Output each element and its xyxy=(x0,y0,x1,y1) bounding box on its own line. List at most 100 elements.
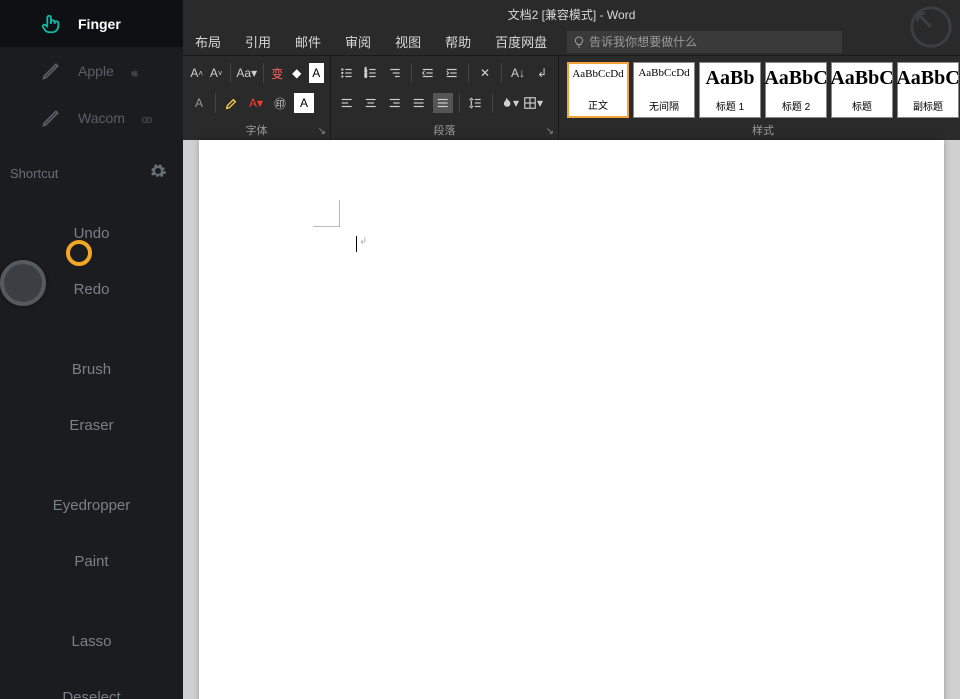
style-normal[interactable]: AaBbCcDd 正文 xyxy=(567,62,629,118)
phonetic-guide-icon[interactable]: 变 xyxy=(270,63,285,83)
shortcut-eyedropper[interactable]: Eyedropper xyxy=(0,477,183,533)
text-highlight-icon[interactable] xyxy=(222,93,242,113)
tab-layout[interactable]: 布局 xyxy=(183,28,233,56)
tab-view[interactable]: 视图 xyxy=(383,28,433,56)
text-direction-icon[interactable]: ✕ xyxy=(475,63,495,83)
shortcut-eraser[interactable]: Eraser xyxy=(0,397,183,453)
enclose-char-icon[interactable]: ㊞ xyxy=(270,93,290,113)
ribbon-group-label-paragraph: 段落 xyxy=(331,122,558,138)
style-label: 无间隔 xyxy=(649,98,679,113)
style-title[interactable]: AaBbC 标题 xyxy=(831,62,893,118)
style-preview: AaBbC xyxy=(830,67,893,90)
settings-button[interactable] xyxy=(149,162,167,185)
word-document-area[interactable]: ↲ xyxy=(183,140,960,699)
decrease-indent-icon[interactable] xyxy=(418,63,438,83)
word-window: 文档2 [兼容模式] - Word 布局 引用 邮件 审阅 视图 帮助 百度网盘… xyxy=(183,0,960,699)
style-subtitle[interactable]: AaBbC 副标题 xyxy=(897,62,959,118)
align-distributed-icon[interactable] xyxy=(433,93,453,113)
style-heading-2[interactable]: AaBbC 标题 2 xyxy=(765,62,827,118)
style-label: 标题 1 xyxy=(716,98,744,113)
paragraph-dialog-launcher[interactable]: ↘ xyxy=(546,126,554,137)
svg-text:3: 3 xyxy=(365,74,368,79)
style-label: 标题 2 xyxy=(782,98,810,113)
char-scaling-icon[interactable]: A xyxy=(294,93,314,113)
style-label: 副标题 xyxy=(913,98,943,113)
borders-icon[interactable]: ▾ xyxy=(523,93,543,113)
character-border-icon[interactable]: A xyxy=(309,63,324,83)
ribbon-group-label-styles: 样式 xyxy=(559,122,960,138)
tell-me-search[interactable]: 告诉我你想要做什么 xyxy=(567,31,842,53)
align-center-icon[interactable] xyxy=(361,93,381,113)
shortcut-header: Shortcut xyxy=(0,153,183,193)
line-spacing-icon[interactable] xyxy=(466,93,486,113)
tell-me-placeholder: 告诉我你想要做什么 xyxy=(589,33,697,50)
style-preview: AaBb xyxy=(706,67,755,90)
margin-guide xyxy=(313,226,340,227)
input-method-label: Wacom xyxy=(78,110,125,126)
input-method-apple[interactable]: Apple xyxy=(0,47,183,94)
show-formatting-icon[interactable]: ↲ xyxy=(532,63,552,83)
word-document-title: 文档2 [兼容模式] - Word xyxy=(508,6,636,23)
word-page[interactable]: ↲ xyxy=(199,140,944,699)
finger-icon xyxy=(40,13,62,35)
increase-indent-icon[interactable] xyxy=(442,63,462,83)
font-color-icon[interactable]: A▾ xyxy=(246,93,266,113)
margin-guide xyxy=(339,200,340,226)
ribbon-group-styles: AaBbCcDd 正文 AaBbCcDd 无间隔 AaBb 标题 1 AaBbC… xyxy=(559,56,960,140)
clear-formatting-icon[interactable]: ◆ xyxy=(289,63,304,83)
word-menu-bar: 布局 引用 邮件 审阅 视图 帮助 百度网盘 告诉我你想要做什么 xyxy=(183,28,960,56)
stylus-icon xyxy=(40,107,62,129)
style-preview: AaBbC xyxy=(764,67,827,90)
style-no-spacing[interactable]: AaBbCcDd 无间隔 xyxy=(633,62,695,118)
style-preview: AaBbCcDd xyxy=(638,67,689,79)
word-title-bar: 文档2 [兼容模式] - Word xyxy=(183,0,960,28)
touch-indicator-ring xyxy=(66,240,92,266)
align-right-icon[interactable] xyxy=(385,93,405,113)
tab-review[interactable]: 审阅 xyxy=(333,28,383,56)
tab-references[interactable]: 引用 xyxy=(233,28,283,56)
input-method-label: Finger xyxy=(78,16,121,32)
input-method-label: Apple xyxy=(78,63,114,79)
input-method-finger[interactable]: Finger xyxy=(0,0,183,47)
floating-ball-handle[interactable] xyxy=(0,260,46,306)
char-shading-icon[interactable]: A xyxy=(189,93,209,113)
align-justify-icon[interactable] xyxy=(409,93,429,113)
tab-help[interactable]: 帮助 xyxy=(433,28,483,56)
lightbulb-icon xyxy=(573,36,585,48)
decrease-font-icon[interactable]: A˅ xyxy=(208,63,223,83)
tab-baidudisk[interactable]: 百度网盘 xyxy=(483,28,559,56)
shortcut-brush[interactable]: Brush xyxy=(0,341,183,397)
shortcut-label: Shortcut xyxy=(10,166,58,181)
ribbon-group-font: A˄ A˅ Aa▾ 变 ◆ A A A▾ ㊞ A xyxy=(183,56,331,140)
apple-logo-icon xyxy=(130,67,140,82)
style-label: 正文 xyxy=(588,97,608,112)
shortcut-lasso[interactable]: Lasso xyxy=(0,613,183,669)
change-case-icon[interactable]: Aa▾ xyxy=(237,63,257,83)
input-method-wacom[interactable]: Wacom xyxy=(0,94,183,141)
style-heading-1[interactable]: AaBb 标题 1 xyxy=(699,62,761,118)
numbering-icon[interactable]: 123 xyxy=(361,63,381,83)
gear-icon xyxy=(149,162,167,180)
ribbon-group-paragraph: 123 ✕ A↓ ↲ xyxy=(331,56,559,140)
font-dialog-launcher[interactable]: ↘ xyxy=(318,126,326,137)
text-cursor xyxy=(356,236,357,252)
multilevel-list-icon[interactable] xyxy=(385,63,405,83)
ribbon-group-label-font: 字体 xyxy=(183,122,330,138)
sort-icon[interactable]: A↓ xyxy=(508,63,528,83)
align-left-icon[interactable] xyxy=(337,93,357,113)
tab-mail[interactable]: 邮件 xyxy=(283,28,333,56)
word-ribbon: A˄ A˅ Aa▾ 变 ◆ A A A▾ ㊞ A xyxy=(183,56,960,140)
touch-panel-sidebar: Finger Apple Wacom Shortcut xyxy=(0,0,183,699)
increase-font-icon[interactable]: A˄ xyxy=(189,63,204,83)
shading-icon[interactable]: ▾ xyxy=(499,93,519,113)
paragraph-mark-icon: ↲ xyxy=(359,236,367,247)
style-preview: AaBbC xyxy=(896,67,959,90)
shortcut-deselect[interactable]: Deselect xyxy=(0,669,183,699)
shortcut-paint[interactable]: Paint xyxy=(0,533,183,589)
wacom-logo-icon xyxy=(141,114,153,129)
bullets-icon[interactable] xyxy=(337,63,357,83)
style-preview: AaBbCcDd xyxy=(572,68,623,80)
pencil-icon xyxy=(40,60,62,82)
style-label: 标题 xyxy=(852,98,872,113)
app-watermark-icon xyxy=(908,4,954,50)
